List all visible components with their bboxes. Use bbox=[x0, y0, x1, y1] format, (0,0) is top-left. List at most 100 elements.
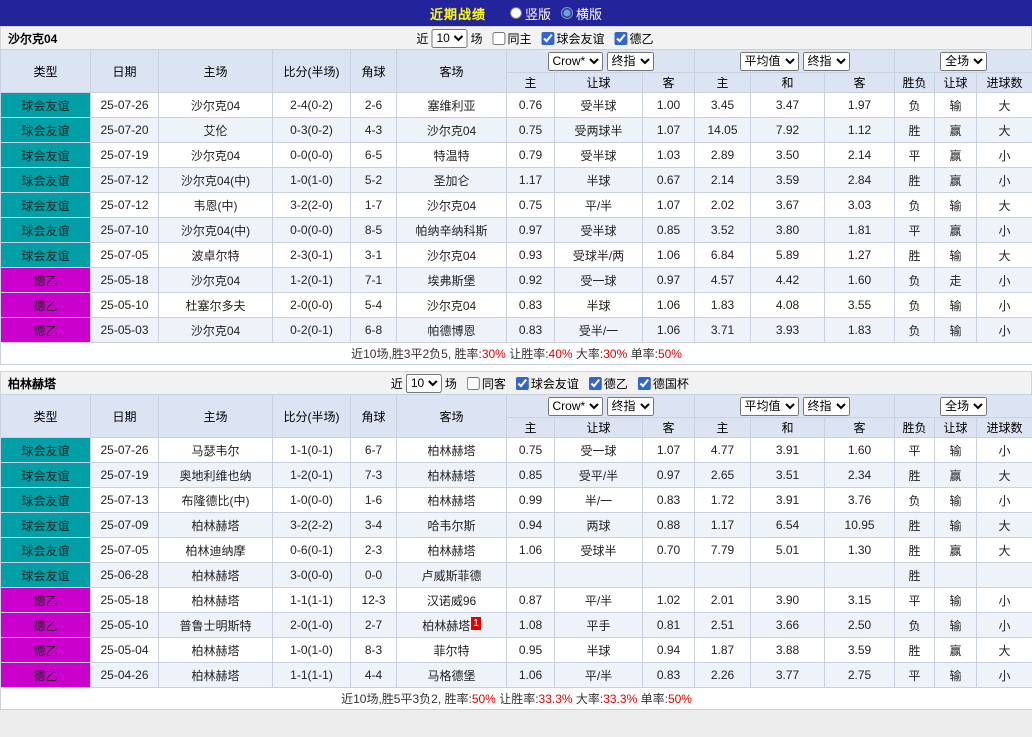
handicap-home-odds: 0.85 bbox=[506, 462, 555, 488]
away-team: 柏林赫塔 bbox=[396, 487, 507, 513]
match-score: 0-0(0-0) bbox=[272, 217, 351, 243]
league-badge: 球会友谊 bbox=[0, 192, 91, 218]
checkbox-label: 德乙 bbox=[603, 376, 628, 391]
vertical-radio[interactable] bbox=[509, 7, 522, 19]
summary-segment: 50% bbox=[471, 692, 496, 706]
match-date: 25-05-10 bbox=[90, 612, 159, 638]
bookmaker-select[interactable]: Crow* bbox=[547, 396, 603, 416]
league-badge: 球会友谊 bbox=[0, 512, 91, 538]
column-header: 客 bbox=[824, 417, 896, 438]
checkbox-input[interactable] bbox=[541, 31, 555, 45]
match-count-select[interactable]: 10 bbox=[431, 28, 468, 48]
corner-count: 4-3 bbox=[350, 117, 397, 143]
away-team: 沙尔克04 bbox=[396, 242, 507, 268]
filter-checkbox[interactable]: 球会友谊 bbox=[515, 375, 579, 392]
handicap-line: 受球半/两 bbox=[554, 242, 643, 268]
column-header: 让球 bbox=[554, 72, 643, 93]
filter-checkbox[interactable]: 球会友谊 bbox=[541, 30, 604, 47]
home-team: 沙尔克04(中) bbox=[158, 217, 273, 243]
checkbox-input[interactable] bbox=[466, 376, 480, 390]
checkbox-input[interactable] bbox=[637, 376, 651, 390]
column-header: 胜负 bbox=[894, 72, 936, 93]
filter-checkbox[interactable]: 德乙 bbox=[614, 30, 654, 47]
match-result: 平 bbox=[894, 142, 936, 168]
bookmaker-select[interactable]: Crow* bbox=[547, 51, 603, 71]
league-badge: 德乙 bbox=[0, 662, 91, 688]
layout-option-horizontal[interactable]: 横版 bbox=[561, 4, 602, 23]
match-score: 0-3(0-2) bbox=[272, 117, 351, 143]
match-row: 球会友谊 25-07-26 沙尔克04 2-4(0-2) 2-6 塞维利亚 0.76 受半球 1… bbox=[0, 92, 1032, 118]
match-score: 1-0(1-0) bbox=[272, 167, 351, 193]
layout-option-vertical[interactable]: 竖版 bbox=[509, 4, 551, 23]
odds-period-select[interactable]: 终指 bbox=[606, 396, 654, 416]
corner-count: 5-2 bbox=[350, 167, 397, 193]
scope-select[interactable]: 全场 bbox=[940, 51, 988, 71]
average-select[interactable]: 平均值 bbox=[739, 51, 799, 71]
goals-result: 小 bbox=[976, 267, 1032, 293]
checkbox-input[interactable] bbox=[614, 31, 628, 45]
horizontal-radio[interactable] bbox=[561, 7, 573, 19]
company-odds-header: Crow* 终指 bbox=[505, 394, 696, 418]
match-date: 25-05-04 bbox=[90, 637, 159, 663]
league-badge: 德乙 bbox=[0, 612, 91, 638]
matches-label: 场 bbox=[470, 31, 483, 46]
handicap-line: 受半球 bbox=[554, 142, 643, 168]
avg-away-odds: 3.15 bbox=[824, 587, 896, 613]
column-header: 主场 bbox=[158, 49, 273, 93]
match-score: 0-6(0-1) bbox=[272, 537, 351, 563]
handicap-away-odds: 1.06 bbox=[641, 317, 696, 343]
match-score: 1-0(0-0) bbox=[272, 487, 351, 513]
column-header: 比分(半场) bbox=[272, 49, 351, 93]
team-title: 柏林赫塔 bbox=[8, 376, 57, 391]
match-date: 25-07-26 bbox=[90, 437, 159, 463]
match-date: 25-05-03 bbox=[90, 317, 159, 343]
average-select[interactable]: 平均值 bbox=[739, 396, 799, 416]
handicap-line: 半球 bbox=[554, 167, 643, 193]
scope-select[interactable]: 全场 bbox=[940, 396, 988, 416]
europe-odds-header: 平均值 终指 bbox=[694, 49, 896, 73]
summary-segment: 大率: bbox=[572, 347, 604, 361]
away-team: 柏林赫塔 bbox=[396, 537, 507, 563]
company-odds-header: Crow* 终指 bbox=[505, 49, 696, 73]
avg-away-odds: 1.97 bbox=[824, 92, 896, 118]
handicap-line: 半球 bbox=[554, 292, 643, 318]
avg-draw-odds: 3.91 bbox=[750, 437, 826, 463]
handicap-home-odds: 1.06 bbox=[506, 537, 555, 563]
avg-away-odds: 10.95 bbox=[824, 512, 896, 538]
goals-result: 小 bbox=[976, 437, 1032, 463]
handicap-result: 输 bbox=[934, 512, 978, 538]
filter-checkbox[interactable]: 同客 bbox=[466, 375, 506, 392]
checkbox-input[interactable] bbox=[588, 376, 602, 390]
handicap-result: 输 bbox=[934, 92, 978, 118]
summary-segment: 近10场,胜3平2负5, 胜率: bbox=[351, 347, 482, 361]
match-count-select[interactable]: 10 bbox=[405, 373, 442, 393]
average-period-select[interactable]: 终指 bbox=[802, 396, 850, 416]
match-score: 3-0(0-0) bbox=[272, 562, 351, 588]
handicap-result: 输 bbox=[934, 612, 978, 638]
stats-summary: 近10场,胜3平2负5, 胜率:30% 让胜率:40% 大率:30% 单率:50… bbox=[0, 342, 1032, 365]
filter-checkbox[interactable]: 德国杯 bbox=[637, 375, 689, 392]
filter-checkbox[interactable]: 同主 bbox=[492, 30, 531, 47]
column-header: 客 bbox=[824, 72, 896, 93]
corner-count: 7-1 bbox=[350, 267, 397, 293]
handicap-line: 受平/半 bbox=[554, 462, 643, 488]
away-team: 埃弗斯堡 bbox=[396, 267, 507, 293]
average-period-select[interactable]: 终指 bbox=[802, 51, 850, 71]
avg-away-odds: 2.50 bbox=[824, 612, 896, 638]
filter-checkbox[interactable]: 德乙 bbox=[588, 375, 628, 392]
avg-home-odds: 1.17 bbox=[694, 512, 752, 538]
handicap-home-odds: 0.83 bbox=[506, 317, 555, 343]
team-section: 柏林赫塔近 10 场同客 球会友谊 德乙 德国杯 类型 日期 主场 比分(半场) 角球 客场 Crow*… bbox=[0, 371, 1032, 710]
goals-result: 大 bbox=[976, 462, 1032, 488]
column-header: 让球 bbox=[934, 72, 978, 93]
handicap-home-odds: 0.75 bbox=[506, 437, 555, 463]
match-row: 德乙 25-04-26 柏林赫塔 1-1(1-1) 4-4 马格德堡 1.06 平/半 0.83… bbox=[0, 662, 1032, 688]
away-team: 汉诺威96 bbox=[396, 587, 507, 613]
checkbox-input[interactable] bbox=[515, 376, 529, 390]
away-team: 柏林赫塔 1 bbox=[396, 612, 507, 638]
summary-segment: 大率: bbox=[572, 692, 604, 706]
checkbox-input[interactable] bbox=[492, 31, 506, 45]
avg-draw-odds: 3.67 bbox=[750, 192, 826, 218]
odds-period-select[interactable]: 终指 bbox=[606, 51, 654, 71]
goals-result: 小 bbox=[976, 217, 1032, 243]
